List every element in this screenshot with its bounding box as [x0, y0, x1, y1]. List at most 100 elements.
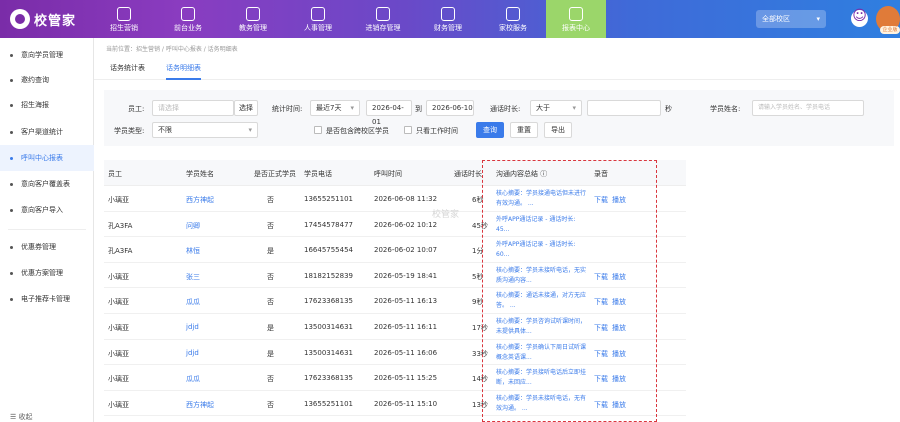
duration-op-select[interactable]: 大于 — [530, 100, 582, 116]
sidebar-item-0[interactable]: 意向学员管理 — [0, 42, 94, 68]
nav-item-label: 教务管理 — [239, 24, 267, 32]
cell-phone: 13500314631 — [304, 348, 353, 357]
sidebar: 意向学员管理 邀约查询招生海报 客户渠道统计 呼叫中心报表意向客户覆盖表 意向客户导入优… — [0, 38, 94, 422]
bullet-icon — [10, 297, 13, 301]
cell-employee: 小璃亚 — [108, 298, 129, 307]
tab-call-statistics[interactable]: 话务统计表 — [110, 63, 145, 80]
chat-icon — [506, 7, 520, 21]
cell-phone: 16645755454 — [304, 246, 353, 255]
duration-input[interactable] — [587, 100, 661, 116]
cell-time: 2026-05-11 16:13 — [374, 297, 438, 306]
report-icon — [569, 7, 583, 21]
cell-student[interactable]: 瓜瓜 — [186, 297, 200, 307]
cell-employee: 孔A3FA — [108, 247, 133, 256]
time-label: 统计时间: — [272, 105, 303, 113]
sidebar-item-7[interactable]: 优惠券管理 — [0, 234, 94, 260]
reset-button[interactable]: 重置 — [510, 122, 538, 138]
smile-icon[interactable] — [851, 8, 868, 27]
cell-student[interactable]: jdjd — [186, 349, 199, 357]
date-to-label: 到 — [415, 105, 422, 113]
student-name-label: 学员姓名: — [710, 105, 741, 113]
highlight-box — [482, 160, 657, 422]
column-header: 学员姓名 — [186, 170, 214, 178]
cell-employee: 小璃亚 — [108, 400, 129, 409]
nav-item-label: 报表中心 — [562, 24, 590, 32]
cross-campus-label: 是否包含跨校区学员 — [326, 127, 389, 135]
cell-employee: 小璃亚 — [108, 196, 129, 204]
cell-employee: 小璃亚 — [108, 324, 129, 332]
cell-student[interactable]: jdjd — [186, 323, 199, 331]
tab-bar: 话务统计表 话务明细表 — [94, 58, 900, 80]
sidebar-item-1[interactable]: 邀约查询 — [0, 67, 94, 93]
cell-student[interactable]: 西方神起 — [186, 195, 214, 205]
sidebar-item-3[interactable]: 客户渠道统计 — [0, 119, 94, 145]
column-header: 是否正式学员 — [254, 170, 296, 178]
app-logo[interactable]: 校管家 — [10, 8, 76, 30]
employee-input[interactable]: 请选择 — [152, 100, 234, 116]
logo-icon — [10, 9, 30, 29]
query-button[interactable]: 查询 — [476, 122, 504, 138]
cell-employee: 小璃亚 — [108, 349, 129, 358]
sidebar-item-2[interactable]: 招生海报 — [0, 92, 94, 118]
sidebar-collapse-button[interactable]: ☰ 收起 — [10, 412, 33, 422]
sidebar-item-5[interactable]: 意向客户覆盖表 — [0, 171, 94, 197]
nav-item-label: 家校服务 — [499, 24, 527, 32]
nav-item-label: 财务管理 — [434, 24, 462, 32]
cell-phone: 13655251101 — [304, 195, 353, 203]
student-type-select[interactable]: 不限 — [152, 122, 258, 138]
student-name-input[interactable]: 请输入学员姓名、学员电话 — [752, 100, 864, 116]
nav-item-3[interactable]: 人事管理 — [288, 0, 348, 38]
column-header: 学员电话 — [304, 170, 332, 178]
nav-item-4[interactable]: 进销存管理 — [353, 0, 413, 38]
nav-item-1[interactable]: 前台业务 — [158, 0, 218, 38]
employee-label: 员工: — [128, 105, 145, 113]
cell-time: 2026-05-11 16:11 — [374, 323, 438, 331]
bullet-icon — [10, 182, 13, 186]
nav-item-label: 人事管理 — [304, 24, 332, 32]
duration-unit: 秒 — [665, 105, 672, 113]
bullet-icon — [10, 156, 13, 160]
cell-student[interactable]: 问卿 — [186, 221, 200, 231]
calendar-icon — [181, 7, 195, 21]
sidebar-item-8[interactable]: 优惠方案管理 — [0, 260, 94, 286]
sidebar-item-9[interactable]: 电子推荐卡管理 — [0, 286, 94, 312]
date-start-input[interactable]: 2026-04-01 — [366, 100, 412, 126]
column-header: 呼叫时间 — [374, 170, 402, 178]
sidebar-item-4[interactable]: 呼叫中心报表 — [0, 145, 94, 171]
cell-student[interactable]: 西方神起 — [186, 400, 214, 410]
time-range-select[interactable]: 最近7天 — [310, 100, 360, 116]
cell-student[interactable]: 张三 — [186, 272, 200, 282]
cell-formal: 是 — [267, 349, 274, 358]
work-time-label: 只看工作时间 — [416, 127, 458, 135]
sidebar-item-label: 意向学员管理 — [21, 51, 63, 59]
work-time-checkbox[interactable] — [404, 126, 412, 134]
select-employee-button[interactable]: 选择 — [234, 100, 258, 116]
nav-item-6[interactable]: 家校服务 — [483, 0, 543, 38]
tab-call-details[interactable]: 话务明细表 — [166, 63, 201, 80]
sidebar-item-label: 邀约查询 — [21, 76, 49, 84]
nav-item-label: 进销存管理 — [365, 24, 401, 32]
cell-formal: 是 — [267, 247, 274, 256]
filter-panel: 员工: 请选择 选择 统计时间: 最近7天 2026-04-01 到 2026-… — [104, 90, 894, 146]
nav-item-2[interactable]: 教务管理 — [223, 0, 283, 38]
cell-time: 2026-06-02 10:07 — [374, 246, 438, 255]
date-end-input[interactable]: 2026-06-10 — [426, 100, 474, 116]
campus-select[interactable]: 全部校区 — [756, 10, 826, 28]
cell-time: 2026-05-11 15:10 — [374, 399, 438, 408]
nav-item-7[interactable]: 报表中心 — [546, 0, 606, 38]
nav-item-5[interactable]: 财务管理 — [418, 0, 478, 38]
box-icon — [376, 7, 390, 21]
nav-item-0[interactable]: 招生营销 — [94, 0, 154, 38]
cell-student[interactable]: 林恒 — [186, 246, 200, 256]
sidebar-item-label: 意向客户覆盖表 — [21, 180, 70, 188]
cell-phone: 17454578477 — [304, 220, 353, 229]
duration-label: 通话时长: — [490, 105, 521, 113]
cross-campus-checkbox[interactable] — [314, 126, 322, 134]
sidebar-item-6[interactable]: 意向客户导入 — [0, 197, 94, 223]
cell-phone: 13500314631 — [304, 323, 353, 331]
cell-employee: 小璃亚 — [108, 272, 129, 281]
export-button[interactable]: 导出 — [544, 122, 572, 138]
sidebar-item-label: 意向客户导入 — [21, 206, 63, 214]
cell-student[interactable]: 瓜瓜 — [186, 374, 200, 384]
cell-formal: 否 — [267, 272, 274, 281]
